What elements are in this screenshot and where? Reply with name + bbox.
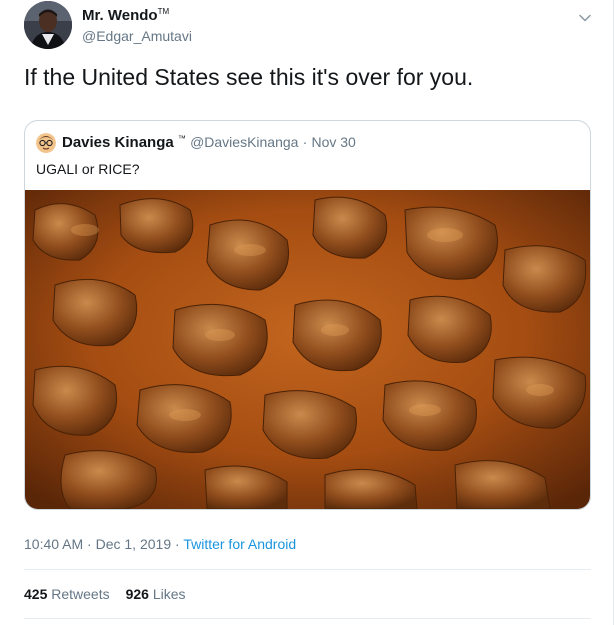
- emoji-avatar-icon: [36, 133, 56, 153]
- retweets-label: Retweets: [51, 586, 110, 602]
- retweets-count: 425: [24, 586, 48, 602]
- divider: [24, 618, 591, 619]
- quoted-tweet-date[interactable]: Nov 30: [311, 134, 355, 150]
- quoted-author-tm-mark: ™: [177, 134, 186, 143]
- author-handle[interactable]: @Edgar_Amutavi: [82, 28, 192, 44]
- author-avatar[interactable]: [24, 1, 72, 49]
- author-tm-mark: TM: [157, 7, 170, 16]
- timestamp-separator: ·: [87, 536, 92, 552]
- tweet-time[interactable]: 10:40 AM: [24, 536, 83, 552]
- likes-count: 926: [125, 586, 149, 602]
- source-link[interactable]: Twitter for Android: [183, 536, 296, 552]
- likes-label: Likes: [152, 586, 186, 602]
- quoted-author-name[interactable]: Davies Kinanga ™: [62, 134, 186, 151]
- author-name-text: Mr. Wendo: [82, 7, 158, 24]
- author-display-name[interactable]: Mr. WendoTM: [82, 7, 169, 24]
- quoted-tweet-image[interactable]: [25, 190, 590, 509]
- divider: [24, 569, 591, 570]
- likes-stat[interactable]: 926 Likes: [126, 586, 186, 602]
- chevron-down-icon[interactable]: [577, 10, 593, 26]
- engagement-stats: 425 Retweets 926 Likes: [24, 586, 202, 602]
- source-separator: ·: [175, 536, 180, 552]
- quoted-tweet-card[interactable]: Davies Kinanga ™ @DaviesKinanga · Nov 30…: [24, 120, 591, 510]
- retweets-stat[interactable]: 425 Retweets: [24, 586, 110, 602]
- quoted-author-avatar[interactable]: [36, 133, 56, 153]
- tweet-date[interactable]: Dec 1, 2019: [96, 536, 172, 552]
- user-avatar-icon: [24, 1, 72, 49]
- tweet-text: If the United States see this it's over …: [24, 64, 474, 90]
- food-photo-icon: [25, 190, 590, 509]
- quoted-meta-separator: ·: [302, 134, 308, 150]
- quoted-tweet-text: UGALI or RICE?: [36, 161, 140, 177]
- quoted-tweet-header: Davies Kinanga ™ @DaviesKinanga · Nov 30: [62, 134, 356, 151]
- tweet: Mr. WendoTM @Edgar_Amutavi If the United…: [0, 0, 614, 625]
- quoted-author-handle[interactable]: @DaviesKinanga: [190, 134, 298, 150]
- tweet-timestamp-row: 10:40 AM · Dec 1, 2019 · Twitter for And…: [24, 536, 296, 552]
